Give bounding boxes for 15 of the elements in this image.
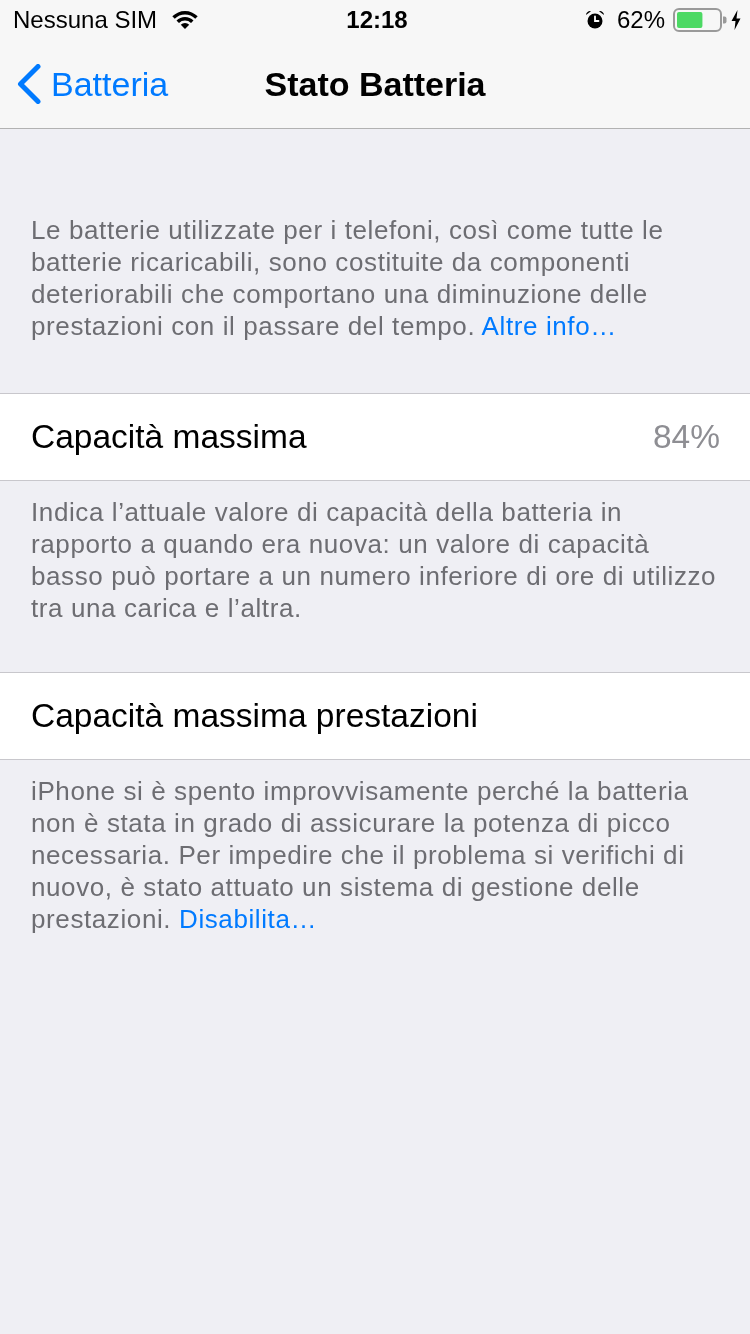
- wifi-icon: [171, 10, 200, 30]
- battery-percentage: 62%: [616, 6, 665, 34]
- footer-note: iPhone si è spento improvvisamente perché la batteria non è stata in grado di assicurare la potenza di picco necessaria. Per impedire che il problema si verifichi di nuovo, è stato attuato un sistema di gestione delle prestazioni. Disabilita…: [31, 775, 690, 935]
- footer-note: Le batterie utilizzate per i telefoni, così come tutte le batterie ricaricabili, sono costituite da componenti deteriorabili che comportano una diminuzione delle prestazioni con il passare del tempo. Altre info…: [31, 214, 665, 342]
- row-value: 84%: [652, 418, 720, 456]
- carrier-name: Nessuna SIM: [13, 6, 158, 34]
- screen-title: Stato Batteria: [264, 64, 486, 104]
- clock-time: 12:18: [346, 6, 408, 34]
- back-button[interactable]: Batteria: [0, 54, 169, 114]
- footer-note: Indica l’attuale valore di capacità della batteria in rapporto a quando era nuova: un valore di capacità basso può portare a un numero inferiore di ore di utilizzo tra una carica e l’altra.: [31, 496, 718, 624]
- row-label: Capacità massima prestazioni: [31, 697, 478, 735]
- note-link[interactable]: Altre info…: [481, 311, 617, 341]
- row-label: Capacità massima: [31, 418, 307, 456]
- chevron-left-icon: [17, 64, 41, 104]
- note-link[interactable]: Disabilita…: [179, 904, 318, 934]
